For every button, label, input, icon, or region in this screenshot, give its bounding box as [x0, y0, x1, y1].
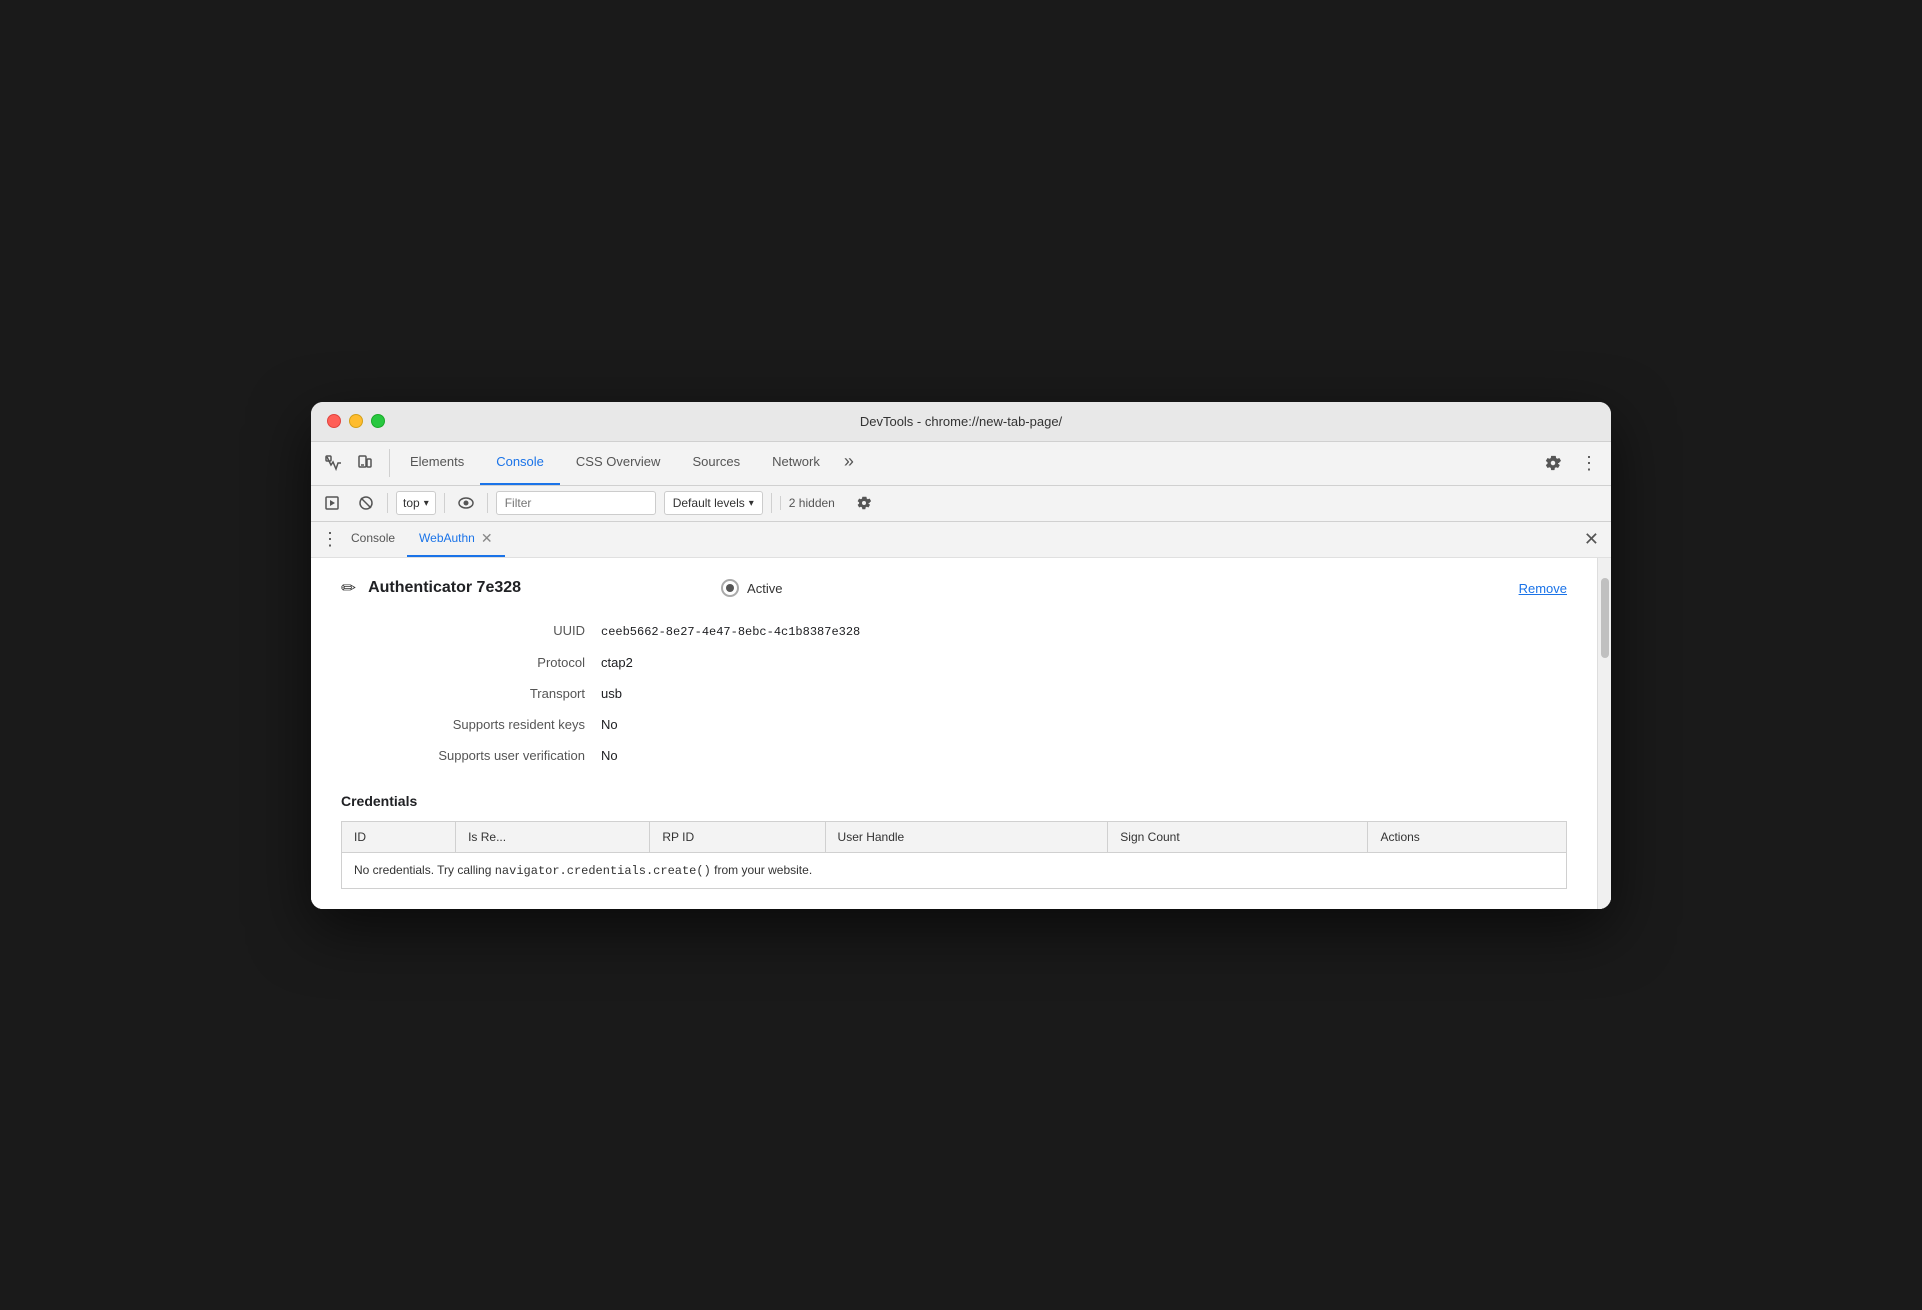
- console-toolbar: top ▾ Default levels ▾ 2 hidden: [311, 486, 1611, 522]
- drawer-more-button[interactable]: ⋮: [321, 529, 339, 550]
- webauthn-content: ✏ Authenticator 7e328 Active Remove: [311, 558, 1597, 909]
- authenticator-title: Authenticator 7e328: [368, 579, 521, 597]
- more-options-button[interactable]: ⋮: [1575, 449, 1603, 477]
- drawer-tab-webauthn[interactable]: WebAuthn ✕: [407, 522, 505, 558]
- resident-keys-row: Supports resident keys No: [341, 717, 1567, 732]
- transport-label: Transport: [341, 686, 601, 701]
- credentials-section: Credentials ID Is Re... RP ID User Handl…: [341, 793, 1567, 889]
- context-selector[interactable]: top ▾: [396, 491, 436, 515]
- more-tabs-button[interactable]: »: [836, 441, 862, 485]
- uuid-row: UUID ceeb5662-8e27-4e47-8ebc-4c1b8387e32…: [341, 623, 1567, 639]
- drawer-tab-console-label: Console: [351, 531, 395, 545]
- drawer-tab-webauthn-label: WebAuthn: [419, 531, 475, 545]
- drawer-tab-console[interactable]: Console: [339, 522, 407, 558]
- close-button[interactable]: [327, 414, 341, 428]
- tab-console[interactable]: Console: [480, 441, 560, 485]
- user-verification-value: No: [601, 748, 618, 763]
- credentials-table: ID Is Re... RP ID User Handle Sign Count…: [341, 821, 1567, 889]
- separator-3: [487, 493, 488, 513]
- separator-4: [771, 493, 772, 513]
- no-creds-suffix: from your website.: [711, 863, 812, 877]
- separator-2: [444, 493, 445, 513]
- toolbar-right: ⋮: [1539, 449, 1603, 477]
- main-toolbar: Elements Console CSS Overview Sources Ne…: [311, 442, 1611, 486]
- active-label: Active: [747, 581, 782, 596]
- context-value: top: [403, 496, 420, 510]
- user-verification-label: Supports user verification: [341, 748, 601, 763]
- webauthn-scroll-area: ✏ Authenticator 7e328 Active Remove: [311, 558, 1611, 909]
- drawer-tab-webauthn-close[interactable]: ✕: [481, 530, 493, 547]
- transport-row: Transport usb: [341, 686, 1567, 701]
- uuid-label: UUID: [341, 623, 601, 638]
- levels-label: Default levels: [673, 496, 745, 510]
- protocol-row: Protocol ctap2: [341, 655, 1567, 670]
- credentials-header-row: ID Is Re... RP ID User Handle Sign Count…: [342, 821, 1567, 852]
- active-radio[interactable]: [721, 579, 739, 597]
- clear-console-button[interactable]: [353, 490, 379, 516]
- filter-input[interactable]: [496, 491, 656, 515]
- context-chevron: ▾: [424, 498, 429, 509]
- col-is-re: Is Re...: [456, 821, 650, 852]
- window-title: DevTools - chrome://new-tab-page/: [860, 414, 1062, 429]
- col-id: ID: [342, 821, 456, 852]
- run-script-button[interactable]: [319, 490, 345, 516]
- protocol-value: ctap2: [601, 655, 633, 670]
- no-credentials-message: No credentials. Try calling navigator.cr…: [342, 852, 1567, 888]
- drawer-tabbar: ⋮ Console WebAuthn ✕ ✕: [311, 522, 1611, 558]
- col-actions: Actions: [1368, 821, 1567, 852]
- credentials-title: Credentials: [341, 793, 1567, 809]
- no-creds-prefix: No credentials. Try calling: [354, 863, 495, 877]
- col-sign-count: Sign Count: [1108, 821, 1368, 852]
- remove-button[interactable]: Remove: [1519, 581, 1567, 596]
- col-user-handle: User Handle: [825, 821, 1108, 852]
- radio-dot: [726, 584, 734, 592]
- scrollbar-thumb[interactable]: [1601, 578, 1609, 658]
- tab-elements[interactable]: Elements: [394, 441, 480, 485]
- auth-details: UUID ceeb5662-8e27-4e47-8ebc-4c1b8387e32…: [341, 623, 1567, 763]
- levels-chevron: ▾: [749, 498, 754, 509]
- traffic-lights: [327, 414, 385, 428]
- drawer-close-button[interactable]: ✕: [1580, 525, 1603, 554]
- device-toolbar-icon[interactable]: [351, 449, 379, 477]
- titlebar: DevTools - chrome://new-tab-page/: [311, 402, 1611, 442]
- transport-value: usb: [601, 686, 622, 701]
- minimize-button[interactable]: [349, 414, 363, 428]
- no-credentials-row: No credentials. Try calling navigator.cr…: [342, 852, 1567, 888]
- levels-button[interactable]: Default levels ▾: [664, 491, 763, 515]
- uuid-value: ceeb5662-8e27-4e47-8ebc-4c1b8387e328: [601, 625, 860, 639]
- eye-icon-button[interactable]: [453, 490, 479, 516]
- console-settings-button[interactable]: [851, 490, 877, 516]
- hidden-count: 2 hidden: [780, 496, 843, 510]
- authenticator-header: ✏ Authenticator 7e328 Active Remove: [341, 578, 1567, 599]
- inspect-icon[interactable]: [319, 449, 347, 477]
- edit-icon[interactable]: ✏: [341, 578, 356, 599]
- tab-network[interactable]: Network: [756, 441, 836, 485]
- devtools-window: DevTools - chrome://new-tab-page/: [311, 402, 1611, 909]
- separator-1: [387, 493, 388, 513]
- drawer: ⋮ Console WebAuthn ✕ ✕ ✏ Authenticator 7…: [311, 522, 1611, 909]
- tab-css-overview[interactable]: CSS Overview: [560, 441, 677, 485]
- user-verification-row: Supports user verification No: [341, 748, 1567, 763]
- tab-sources[interactable]: Sources: [676, 441, 756, 485]
- maximize-button[interactable]: [371, 414, 385, 428]
- settings-button[interactable]: [1539, 449, 1567, 477]
- toolbar-icons: [319, 449, 390, 477]
- no-creds-code: navigator.credentials.create(): [495, 864, 711, 878]
- resident-keys-value: No: [601, 717, 618, 732]
- devtools-body: Elements Console CSS Overview Sources Ne…: [311, 442, 1611, 909]
- authenticator-status: Active: [721, 579, 782, 597]
- resident-keys-label: Supports resident keys: [341, 717, 601, 732]
- more-vert-icon: ⋮: [1580, 453, 1598, 474]
- tab-bar: Elements Console CSS Overview Sources Ne…: [394, 442, 1539, 485]
- scrollbar-track[interactable]: [1597, 558, 1611, 909]
- protocol-label: Protocol: [341, 655, 601, 670]
- col-rp-id: RP ID: [650, 821, 825, 852]
